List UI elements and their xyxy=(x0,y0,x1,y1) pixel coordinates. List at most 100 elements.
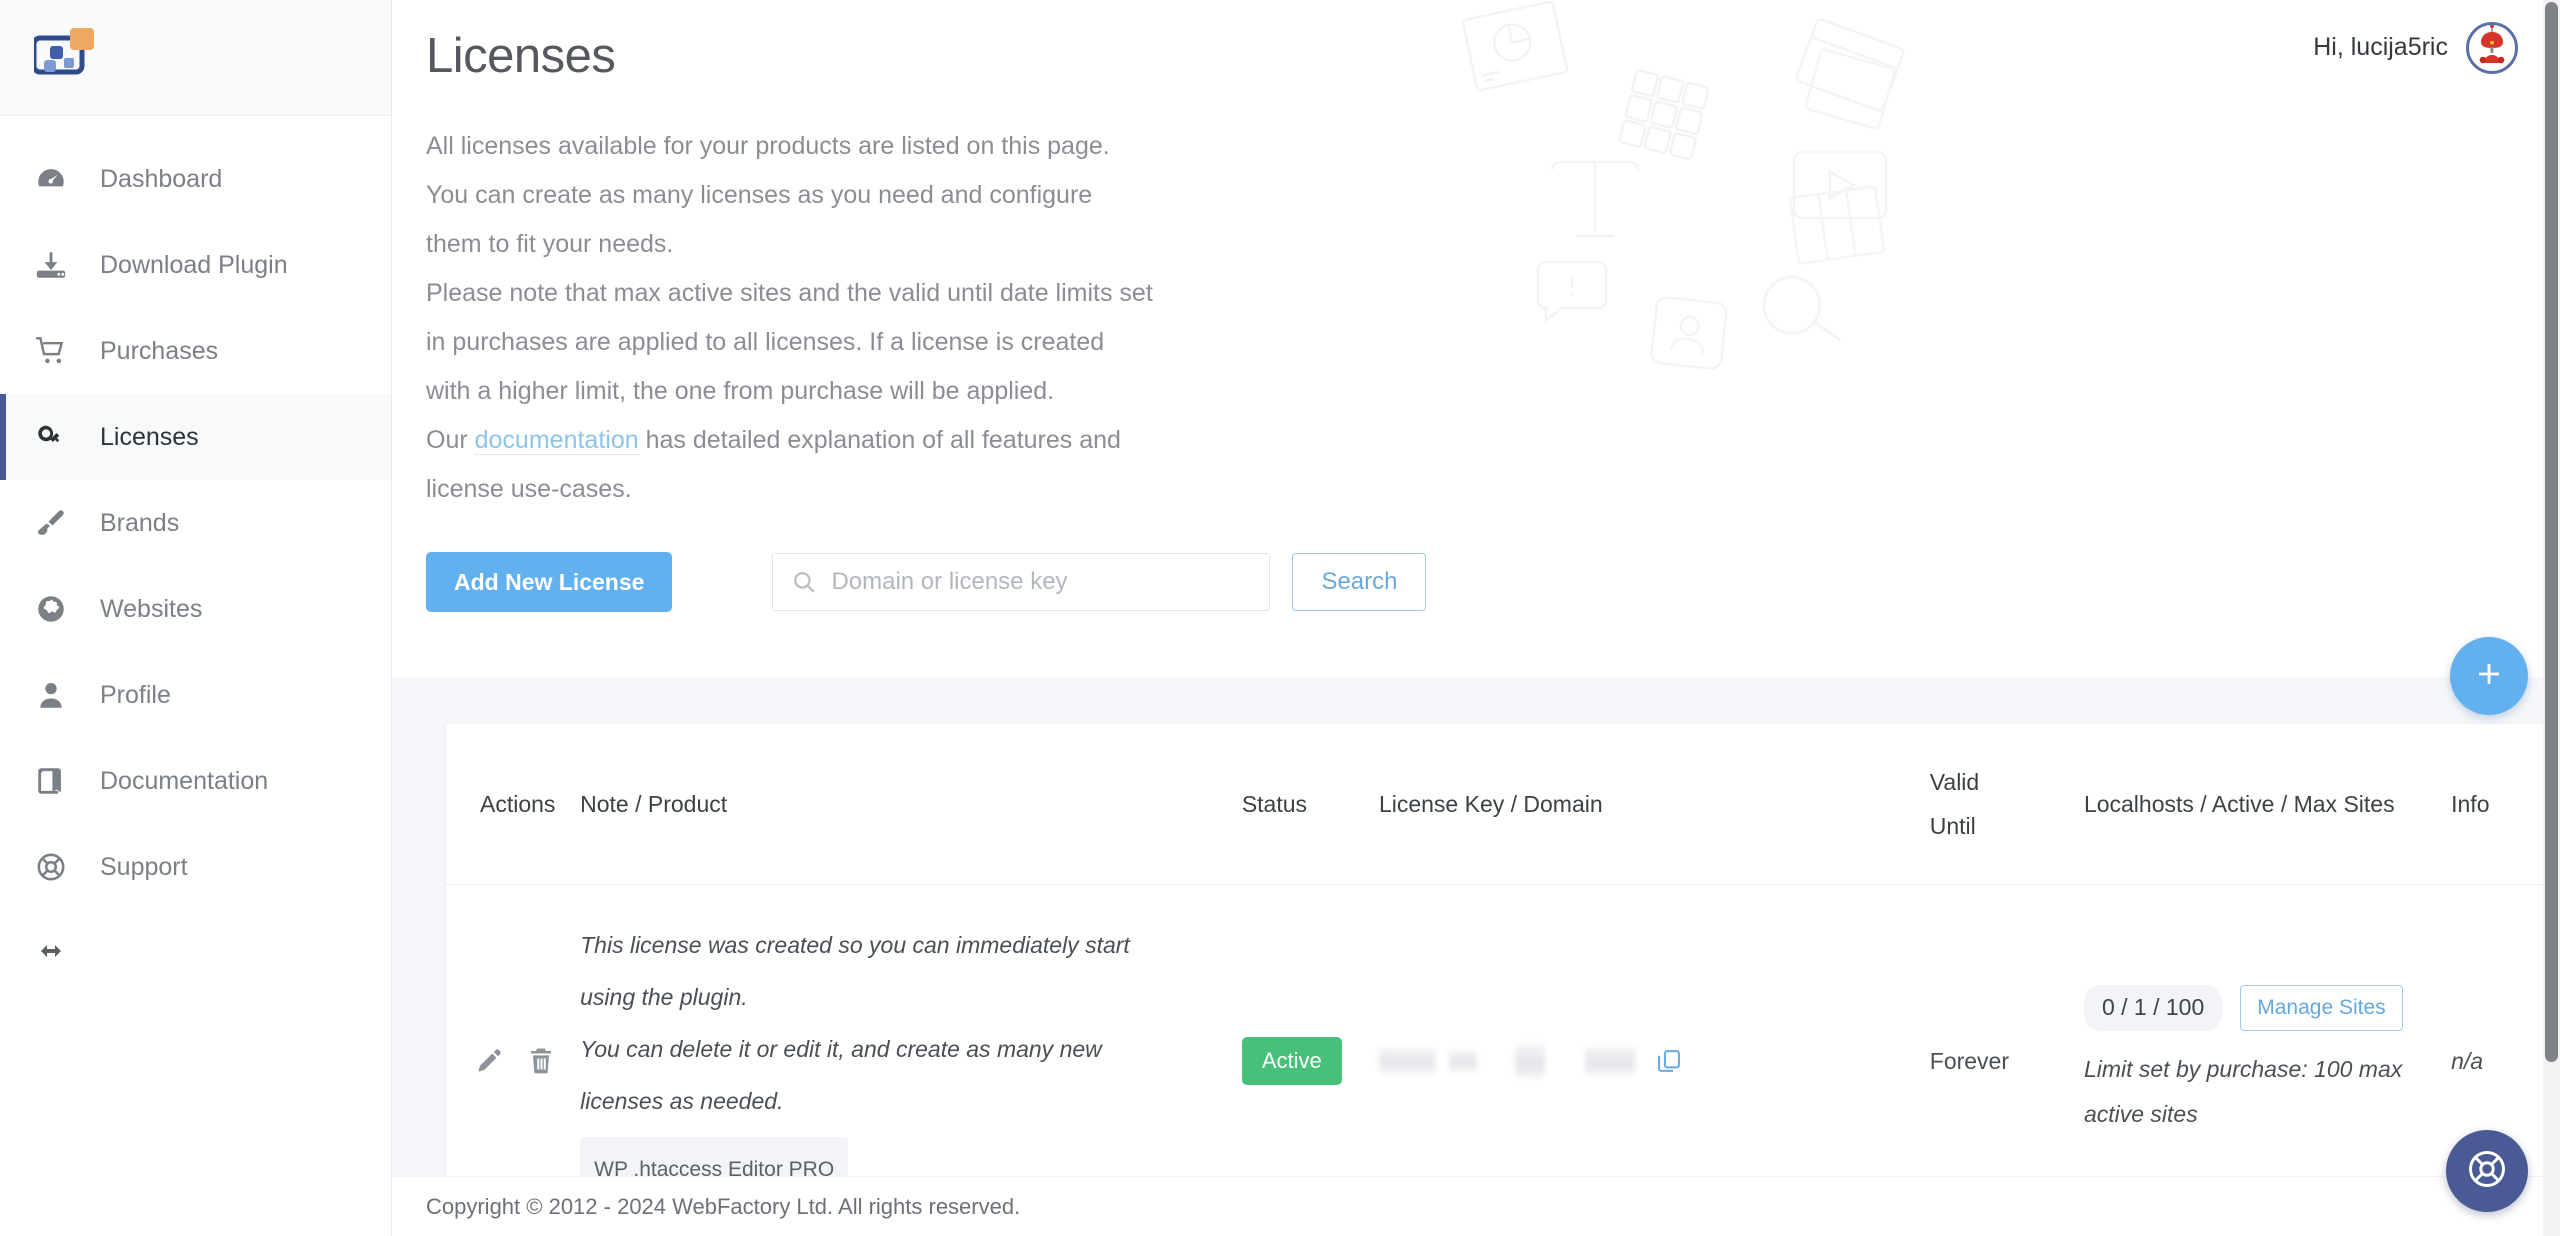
sidebar-item-download-plugin[interactable]: Download Plugin xyxy=(0,222,391,308)
main-content: Hi, lucija5ric Licenses All licenses ava… xyxy=(392,0,2560,1236)
note-line: using the plugin. xyxy=(580,984,748,1010)
sidebar-item-label: Support xyxy=(100,852,188,881)
page-intro: All licenses available for your products… xyxy=(426,122,1426,514)
sidebar-item-label: Licenses xyxy=(100,422,199,451)
valid-until-line1: Valid xyxy=(1929,769,1980,795)
documentation-link[interactable]: documentation xyxy=(474,425,639,455)
intro-line: license use-cases. xyxy=(426,474,632,503)
column-header-status: Status xyxy=(1241,724,1379,885)
table-head: Actions Note / Product Status License Ke… xyxy=(446,724,2556,885)
lifebuoy-icon xyxy=(34,847,78,887)
license-note: This license was created so you can imme… xyxy=(580,919,1242,1203)
sidebar-item-label: Profile xyxy=(100,680,171,709)
add-license-fab[interactable] xyxy=(2450,637,2528,715)
app-root: Dashboard Download Plugin Purchases Lice… xyxy=(0,0,2560,1236)
sidebar-collapse-toggle[interactable] xyxy=(0,910,391,996)
intro-doc-prefix: Our xyxy=(426,425,475,454)
search-area: Search xyxy=(772,552,1427,611)
sidebar-item-label: Brands xyxy=(100,508,180,537)
redacted-segment xyxy=(1378,1048,1435,1074)
note-line: This license was created so you can imme… xyxy=(580,932,1130,958)
licenses-panel: Actions Note / Product Status License Ke… xyxy=(392,677,2560,1236)
key-icon xyxy=(34,417,78,457)
search-button[interactable]: Search xyxy=(1292,552,1427,611)
sidebar-nav: Dashboard Download Plugin Purchases Lice… xyxy=(0,116,391,996)
add-new-license-button[interactable]: Add New License xyxy=(426,551,673,612)
trash-icon[interactable] xyxy=(526,1046,556,1076)
user-avatar-robot-icon xyxy=(2472,24,2512,71)
row-action-icons xyxy=(474,1046,580,1076)
redacted-segment xyxy=(1448,1050,1477,1072)
avatar[interactable] xyxy=(2466,21,2518,74)
status-badge: Active xyxy=(1241,1037,1342,1085)
sidebar-item-purchases[interactable]: Purchases xyxy=(0,308,391,394)
footer: Copyright © 2012 - 2024 WebFactory Ltd. … xyxy=(392,1176,2560,1236)
intro-line: them to fit your needs. xyxy=(426,229,674,258)
arrows-left-right-icon xyxy=(34,939,68,968)
sidebar-logo[interactable] xyxy=(0,0,391,116)
toolbar: Add New License Search xyxy=(426,551,2560,612)
webfactory-logo-icon xyxy=(31,27,100,88)
search-box[interactable] xyxy=(772,552,1271,611)
scrollbar-thumb[interactable] xyxy=(2545,2,2558,1062)
shopping-cart-icon xyxy=(34,331,78,371)
lifebuoy-icon xyxy=(2465,1147,2509,1196)
sidebar-item-licenses[interactable]: Licenses xyxy=(0,394,391,480)
greeting-text: Hi, lucija5ric xyxy=(2313,33,2448,61)
column-header-sites: Localhosts / Active / Max Sites xyxy=(2083,724,2452,885)
table-header-row: Actions Note / Product Status License Ke… xyxy=(446,724,2556,885)
note-line: licenses as needed. xyxy=(580,1088,784,1114)
sidebar: Dashboard Download Plugin Purchases Lice… xyxy=(0,0,392,1236)
sidebar-item-websites[interactable]: Websites xyxy=(0,566,391,652)
column-header-note-product: Note / Product xyxy=(580,724,1242,885)
support-fab[interactable] xyxy=(2446,1130,2528,1212)
download-icon xyxy=(34,245,78,285)
plus-icon xyxy=(2472,657,2506,696)
sidebar-item-label: Dashboard xyxy=(100,164,223,193)
book-icon xyxy=(34,761,78,801)
pencil-icon[interactable] xyxy=(474,1046,504,1076)
copy-icon[interactable] xyxy=(1655,1047,1683,1075)
note-line: You can delete it or edit it, and create… xyxy=(580,1036,1102,1062)
redacted-segment xyxy=(1514,1044,1545,1078)
page-scrollbar[interactable] xyxy=(2543,0,2560,1236)
page-title: Licenses xyxy=(426,29,616,83)
valid-until-line2: Until xyxy=(1929,813,1976,839)
intro-line: in purchases are applied to all licenses… xyxy=(426,327,1105,356)
limit-note: Limit set by purchase: 100 max active si… xyxy=(2083,1056,2403,1127)
column-header-actions: Actions xyxy=(446,724,581,885)
sidebar-item-label: Purchases xyxy=(100,336,219,365)
licenses-table-card: Actions Note / Product Status License Ke… xyxy=(446,724,2556,1236)
user-icon xyxy=(34,675,78,715)
licenses-table: Actions Note / Product Status License Ke… xyxy=(446,724,2556,1236)
intro-line: All licenses available for your products… xyxy=(426,131,1110,160)
page-header: Licenses All licenses available for your… xyxy=(392,0,2560,612)
intro-doc-line: Our documentation has detailed explanati… xyxy=(426,416,1426,465)
sites-count-pill: 0 / 1 / 100 xyxy=(2083,985,2223,1031)
search-icon xyxy=(791,569,817,595)
redacted-segment xyxy=(1584,1047,1635,1075)
globe-icon xyxy=(34,589,78,629)
search-input[interactable] xyxy=(831,567,1232,596)
column-header-info: Info xyxy=(2451,724,2556,885)
sidebar-item-label: Websites xyxy=(100,594,203,623)
intro-line: Please note that max active sites and th… xyxy=(426,278,1153,307)
sidebar-item-profile[interactable]: Profile xyxy=(0,652,391,738)
sidebar-item-documentation[interactable]: Documentation xyxy=(0,738,391,824)
intro-line: You can create as many licenses as you n… xyxy=(426,180,1093,209)
paintbrush-icon xyxy=(34,503,78,543)
sidebar-item-support[interactable]: Support xyxy=(0,824,391,910)
topbar: Hi, lucija5ric xyxy=(2313,0,2560,95)
copyright-text: Copyright © 2012 - 2024 WebFactory Ltd. … xyxy=(426,1193,1021,1219)
intro-doc-suffix: has detailed explanation of all features… xyxy=(638,425,1121,454)
sites-info: 0 / 1 / 100 Manage Sites Limit set by pu… xyxy=(2083,985,2451,1137)
sidebar-item-brands[interactable]: Brands xyxy=(0,480,391,566)
sidebar-item-label: Download Plugin xyxy=(100,250,288,279)
manage-sites-button[interactable]: Manage Sites xyxy=(2240,985,2403,1031)
sidebar-item-dashboard[interactable]: Dashboard xyxy=(0,136,391,222)
column-header-license-key-domain: License Key / Domain xyxy=(1378,724,1930,885)
license-key-redacted xyxy=(1378,1044,1930,1078)
sites-top-row: 0 / 1 / 100 Manage Sites xyxy=(2083,985,2451,1031)
gauge-icon xyxy=(34,159,78,199)
column-header-valid-until: Valid Until xyxy=(1929,724,2084,885)
